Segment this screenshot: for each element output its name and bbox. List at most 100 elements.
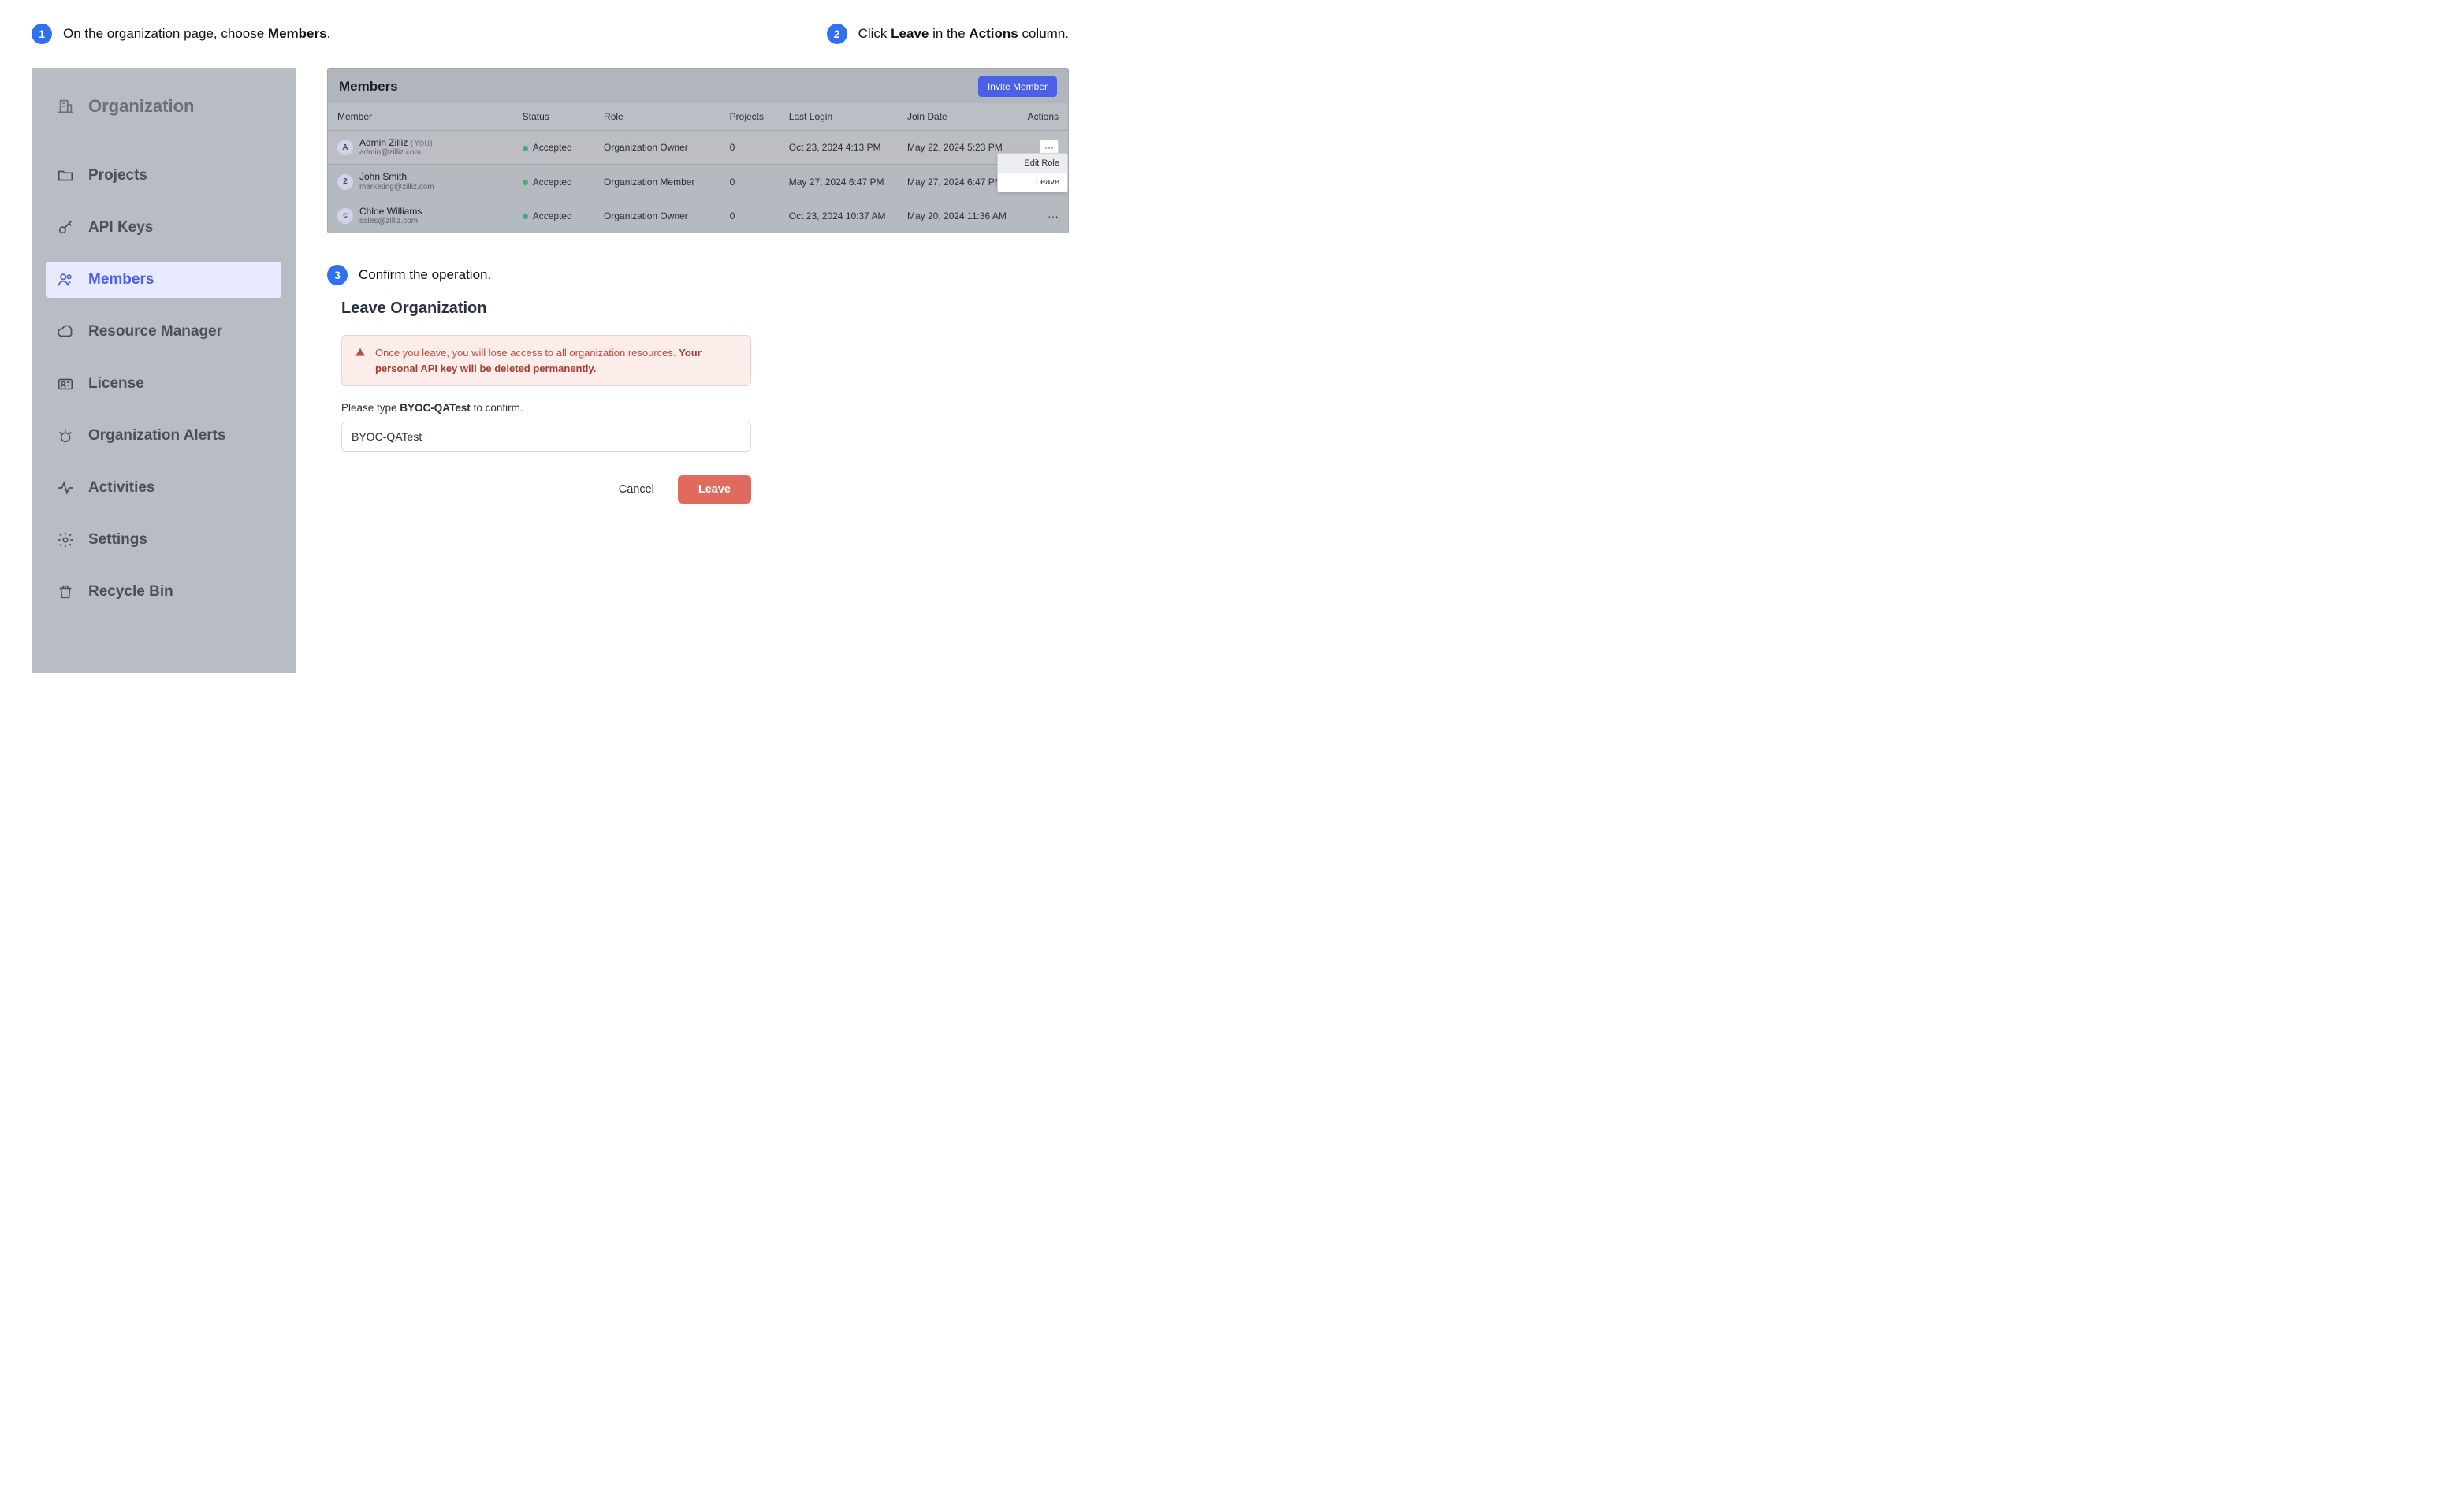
member-name: John Smith <box>359 171 434 182</box>
member-last-login: Oct 23, 2024 4:13 PM <box>780 131 898 165</box>
sidebar-item-label: Resource Manager <box>88 323 222 340</box>
member-email: admin@zilliz.com <box>359 148 433 158</box>
step-1: 1 On the organization page, choose Membe… <box>32 24 330 44</box>
dialog-title: Leave Organization <box>341 300 751 318</box>
step-3: 3 Confirm the operation. <box>327 265 1069 285</box>
confirm-post: to confirm. <box>471 402 523 414</box>
sidebar-item-organization-alerts[interactable]: Organization Alerts <box>46 418 281 454</box>
step-2-text: Click Leave in the Actions column. <box>858 26 1069 42</box>
members-title: Members <box>339 79 398 95</box>
member-email: sales@zilliz.com <box>359 217 422 226</box>
member-projects: 0 <box>720 131 780 165</box>
sidebar-item-members[interactable]: Members <box>46 262 281 298</box>
warning-text: Once you leave, you will lose access to … <box>375 347 679 359</box>
member-name: Chloe Williams <box>359 206 422 217</box>
th-join-date: Join Date <box>898 103 1016 131</box>
member-join-date: May 20, 2024 11:36 AM <box>898 199 1016 233</box>
members-table: Member Status Role Projects Last Login J… <box>328 103 1068 233</box>
member-role: Organization Owner <box>594 199 720 233</box>
th-last-login: Last Login <box>780 103 898 131</box>
member-last-login: May 27, 2024 6:47 PM <box>780 165 898 199</box>
step-1-badge: 1 <box>32 24 52 44</box>
members-icon <box>57 271 74 288</box>
sidebar-item-label: API Keys <box>88 219 153 236</box>
th-member: Member <box>328 103 513 131</box>
member-status: Accepted <box>533 142 572 153</box>
confirm-bold: BYOC-QATest <box>400 402 471 414</box>
confirm-pre: Please type <box>341 402 400 414</box>
org-sidebar: Organization Projects API Keys Members R <box>32 68 296 673</box>
step-1-text: On the organization page, choose Members… <box>63 26 330 42</box>
avatar: A <box>337 140 353 155</box>
table-row: c Chloe Williams sales@zilliz.com Accept… <box>328 199 1068 233</box>
cancel-button[interactable]: Cancel <box>609 477 664 502</box>
leave-org-dialog: Leave Organization Once you leave, you w… <box>341 300 751 504</box>
status-dot-icon <box>523 214 528 219</box>
top-steps-row: 1 On the organization page, choose Membe… <box>32 24 1069 58</box>
sidebar-item-license[interactable]: License <box>46 366 281 402</box>
activity-icon <box>57 479 74 497</box>
cloud-icon <box>57 323 74 340</box>
member-status: Accepted <box>533 177 572 188</box>
member-projects: 0 <box>720 165 780 199</box>
member-projects: 0 <box>720 199 780 233</box>
folder-icon <box>57 167 74 184</box>
th-status: Status <box>513 103 594 131</box>
sidebar-item-label: License <box>88 375 144 393</box>
key-icon <box>57 219 74 236</box>
th-role: Role <box>594 103 720 131</box>
member-status: Accepted <box>533 210 572 221</box>
member-name: Admin Zilliz <box>359 137 408 148</box>
members-panel: Members Invite Member Member Status Role… <box>327 68 1069 233</box>
warning-icon <box>355 347 366 358</box>
step-3-text: Confirm the operation. <box>359 267 491 283</box>
status-dot-icon <box>523 146 528 151</box>
member-you-tag: (You) <box>411 137 433 148</box>
trash-icon <box>57 583 74 601</box>
invite-member-button[interactable]: Invite Member <box>978 76 1057 97</box>
step-2-pre: Click <box>858 26 891 41</box>
sidebar-item-api-keys[interactable]: API Keys <box>46 210 281 246</box>
step-2-post: column. <box>1018 26 1069 41</box>
sidebar-item-resource-manager[interactable]: Resource Manager <box>46 314 281 350</box>
id-card-icon <box>57 375 74 393</box>
member-email: marketing@zilliz.com <box>359 183 434 192</box>
step-1-bold: Members <box>268 26 327 41</box>
sidebar-item-label: Activities <box>88 479 154 497</box>
member-last-login: Oct 23, 2024 10:37 AM <box>780 199 898 233</box>
sidebar-heading-organization: Organization <box>46 87 281 126</box>
sidebar-item-label: Projects <box>88 167 147 184</box>
sidebar-item-label: Organization Alerts <box>88 427 226 445</box>
step-1-post: . <box>327 26 331 41</box>
member-role: Organization Owner <box>594 131 720 165</box>
th-actions: Actions <box>1016 103 1068 131</box>
step-1-pre: On the organization page, choose <box>63 26 268 41</box>
step-2-mid: in the <box>929 26 969 41</box>
row-actions-dropdown: Edit Role Leave <box>997 153 1068 192</box>
dropdown-leave[interactable]: Leave <box>998 173 1067 192</box>
sidebar-item-recycle-bin[interactable]: Recycle Bin <box>46 574 281 610</box>
sidebar-item-activities[interactable]: Activities <box>46 470 281 506</box>
sidebar-item-label: Members <box>88 271 154 288</box>
step-2-bold1: Leave <box>891 26 929 41</box>
sidebar-item-projects[interactable]: Projects <box>46 158 281 194</box>
table-row: A Admin Zilliz (You) admin@zilliz.com Ac… <box>328 131 1068 165</box>
leave-button[interactable]: Leave <box>678 475 751 504</box>
sidebar-item-settings[interactable]: Settings <box>46 522 281 558</box>
step-3-badge: 3 <box>327 265 348 285</box>
status-dot-icon <box>523 180 528 185</box>
dropdown-edit-role[interactable]: Edit Role <box>998 154 1067 173</box>
row-actions-button[interactable]: ··· <box>1048 210 1059 222</box>
step-2-badge: 2 <box>827 24 847 44</box>
member-role: Organization Member <box>594 165 720 199</box>
avatar: c <box>337 208 353 224</box>
th-projects: Projects <box>720 103 780 131</box>
confirm-input[interactable] <box>341 422 751 452</box>
step-2: 2 Click Leave in the Actions column. <box>827 24 1069 44</box>
alert-icon <box>57 427 74 445</box>
warning-banner: Once you leave, you will lose access to … <box>341 335 751 386</box>
building-icon <box>57 98 74 115</box>
avatar: 2 <box>337 174 353 190</box>
gear-icon <box>57 531 74 549</box>
step-2-bold2: Actions <box>969 26 1018 41</box>
